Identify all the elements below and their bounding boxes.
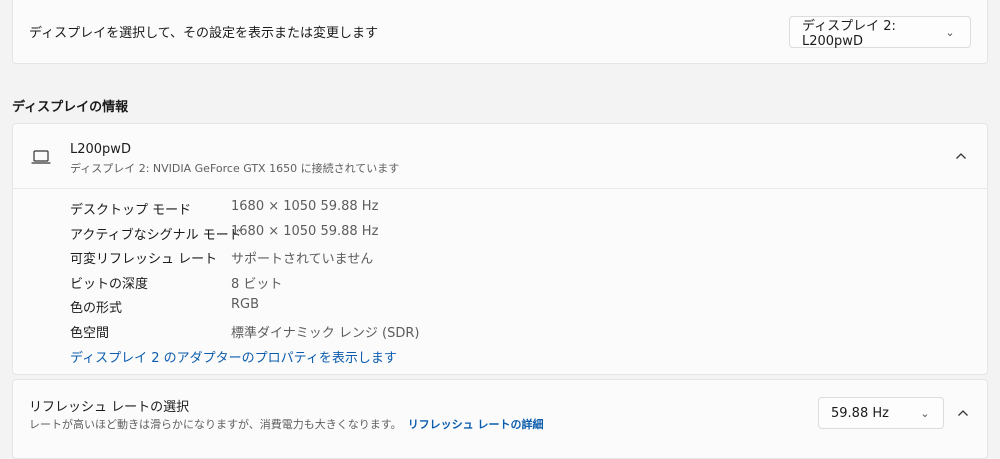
- display-dropdown[interactable]: ディスプレイ 2: L200pwD ⌄: [789, 16, 971, 49]
- monitor-connection: ディスプレイ 2: NVIDIA GeForce GTX 1650 に接続されて…: [70, 162, 400, 175]
- info-key: 色の形式: [70, 301, 123, 316]
- section-title: ディスプレイの情報: [12, 100, 129, 115]
- display-dropdown-value: ディスプレイ 2: L200pwD: [802, 19, 896, 49]
- display-info-card: L200pwD ディスプレイ 2: NVIDIA GeForce GTX 165…: [12, 123, 988, 375]
- info-value: 標準ダイナミック レンジ (SDR): [231, 325, 420, 341]
- refresh-rate-title: リフレッシュ レートの選択: [29, 400, 190, 415]
- refresh-rate-description: レートが高いほど動きは滑らかになりますが、消費電力も大きくなります。: [29, 418, 402, 431]
- info-value: 1680 × 1050 59.88 Hz: [231, 199, 379, 214]
- refresh-rate-dropdown[interactable]: 59.88 Hz ⌄: [818, 397, 944, 429]
- display-info-header[interactable]: L200pwD ディスプレイ 2: NVIDIA GeForce GTX 165…: [13, 124, 987, 189]
- info-key: アクティブなシグナル モード: [70, 227, 242, 243]
- info-key: デスクトップ モード: [70, 203, 192, 218]
- collapse-button[interactable]: [949, 144, 973, 168]
- info-key: 可変リフレッシュ レート: [70, 252, 218, 267]
- refresh-rate-details-link[interactable]: リフレッシュ レートの詳細: [408, 418, 544, 431]
- refresh-rate-card: リフレッシュ レートの選択 レートが高いほど動きは滑らかになりますが、消費電力も…: [12, 379, 988, 459]
- adapter-properties-link[interactable]: ディスプレイ 2 のアダプターのプロパティを表示します: [70, 347, 397, 366]
- info-value: サポートされていません: [231, 252, 374, 267]
- chevron-down-icon: ⌄: [920, 406, 930, 420]
- display-select-label: ディスプレイを選択して、その設定を表示または変更します: [29, 26, 379, 41]
- refresh-rate-subtitle: レートが高いほど動きは滑らかになりますが、消費電力も大きくなります。 リフレッシュ…: [29, 416, 544, 432]
- chevron-up-icon: [958, 410, 968, 416]
- info-value: 1680 × 1050 59.88 Hz: [231, 223, 379, 239]
- info-key: 色空間: [70, 325, 110, 341]
- laptop-icon: [31, 150, 51, 164]
- chevron-down-icon: ⌄: [945, 25, 955, 39]
- info-value: RGB: [231, 297, 260, 312]
- display-select-card: ディスプレイを選択して、その設定を表示または変更します ディスプレイ 2: L2…: [12, 0, 988, 64]
- refresh-rate-value: 59.88 Hz: [831, 405, 889, 421]
- chevron-up-icon: [956, 153, 966, 159]
- collapse-button[interactable]: [951, 401, 975, 425]
- info-value: 8 ビット: [231, 276, 283, 292]
- monitor-name: L200pwD: [70, 142, 131, 157]
- info-key: ビットの深度: [70, 276, 149, 292]
